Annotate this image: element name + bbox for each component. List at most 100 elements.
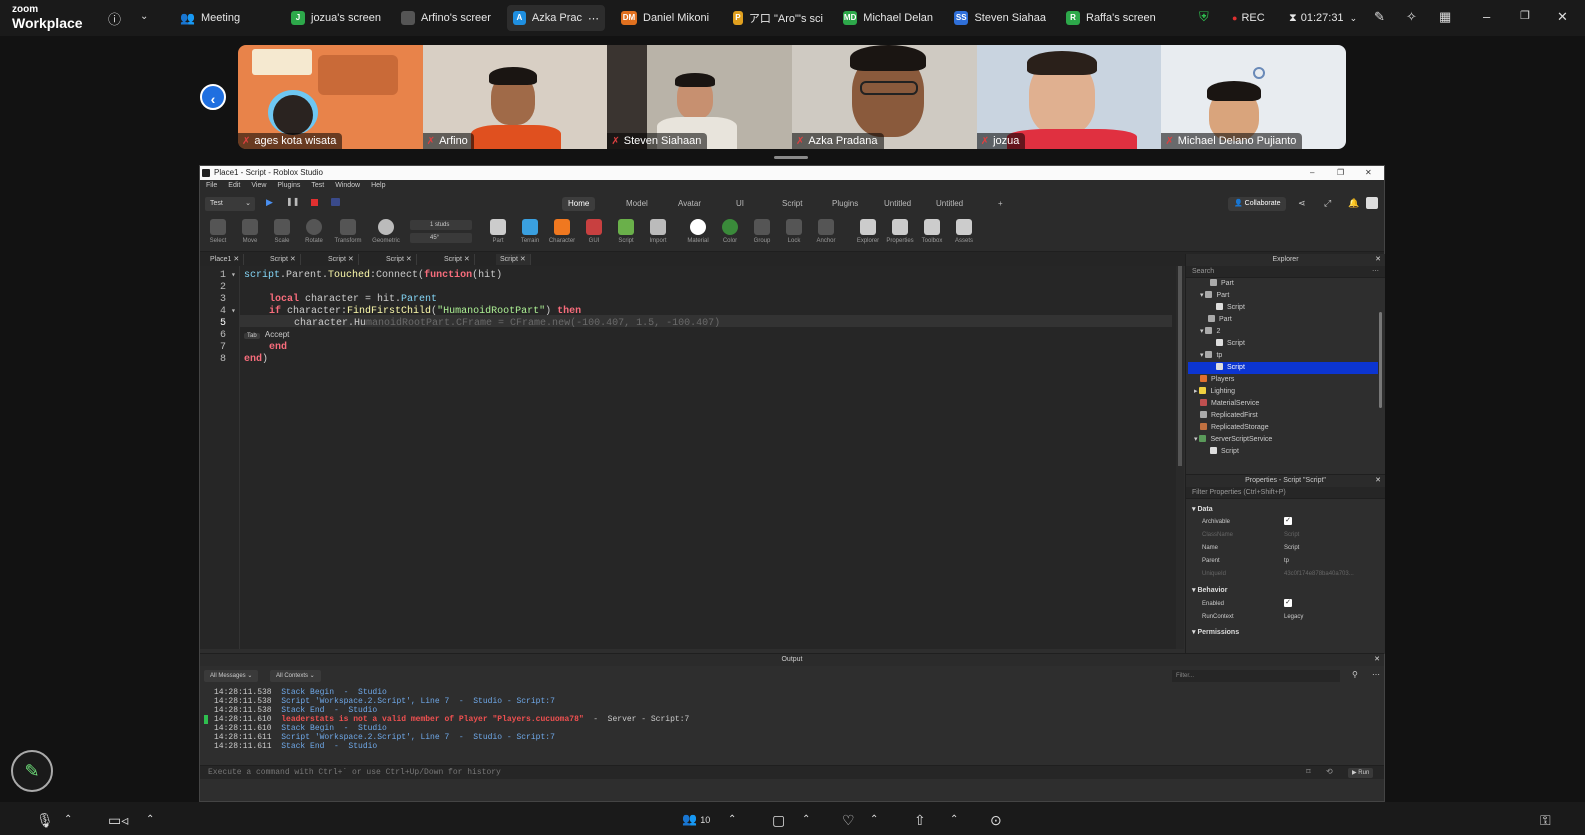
tool-toolbox[interactable]: Toolbox [918,219,946,244]
annotate-pencil-button[interactable]: ✎ [11,750,53,792]
tree-item[interactable]: MaterialService [1200,398,1259,410]
chevron-up-icon[interactable]: ⌃ [64,814,72,825]
fold-arrow-icon[interactable]: ▾ [231,270,236,280]
menu-test[interactable]: Test [311,180,324,192]
share-tab-michael[interactable]: MD Michael Delan [843,5,933,31]
apps-icon[interactable]: ▦ [1439,9,1451,25]
recording-indicator[interactable]: ● REC [1232,5,1265,31]
properties-filter-input[interactable]: Filter Properties (Ctrl+Shift+P) [1186,487,1385,499]
info-icon[interactable]: ⓘ [108,9,121,28]
tree-item[interactable]: ▾ 2 [1200,326,1220,338]
close-icon[interactable]: ✕ [1374,654,1380,666]
explorer-search-input[interactable]: Search ⋯ [1186,266,1385,278]
tool-rotate[interactable]: Rotate [300,219,328,244]
stop-icon[interactable] [311,199,318,206]
menu-window[interactable]: Window [335,180,360,192]
tool-terrain[interactable]: Terrain [516,219,544,244]
restore-icon[interactable]: ❐ [1520,9,1530,22]
share-screen-icon[interactable]: ⇧ [914,812,926,829]
tool-geometric[interactable]: Geometric [372,219,400,244]
command-bar-input[interactable]: Execute a command with Ctrl+` or use Ctr… [200,765,1384,779]
strip-drag-handle[interactable] [774,156,808,159]
bell-icon[interactable]: 🔔 [1348,198,1359,209]
tab-avatar[interactable]: Avatar [672,197,707,211]
tree-item[interactable]: Players [1200,374,1234,386]
prop-row[interactable]: Name Script [1186,542,1372,555]
share-icon[interactable]: ⋖ [1298,198,1306,209]
doc-tab-script[interactable]: Script ✕ [382,254,417,265]
meeting-tab[interactable]: 👥 Meeting [180,5,240,31]
chevron-up-icon[interactable]: ⌃ [950,814,958,825]
checkbox-checked[interactable]: ✓ [1284,599,1292,608]
participants-button[interactable]: 👥 10 [682,812,710,826]
prop-row[interactable]: Parent tp [1186,555,1372,568]
rotate-increment-input[interactable]: 45° [410,233,472,243]
menu-view[interactable]: View [251,180,266,192]
doc-tab-script[interactable]: Script ✕ [266,254,301,265]
collaborate-button[interactable]: 👤 Collaborate [1228,197,1287,211]
close-icon[interactable]: ✕ [1365,166,1372,180]
fold-arrow-icon[interactable]: ▾ [231,306,236,316]
prop-row[interactable]: Archivable ✓ [1186,516,1372,529]
video-tile[interactable]: ✗ Michael Delano Pujianto [1161,45,1346,149]
share-tab-aro[interactable]: P ア口 "Aro"'s sci [733,5,823,31]
tree-item[interactable]: ▾ Part [1200,290,1229,302]
menu-help[interactable]: Help [371,180,385,192]
tool-properties[interactable]: Properties [886,219,914,244]
play-icon[interactable]: ▶ [266,197,273,208]
tool-color[interactable]: Color [716,219,744,244]
output-filter-input[interactable]: Filter... [1172,670,1340,682]
doc-tab-place1[interactable]: Place1 ✕ [206,254,245,265]
tree-item[interactable]: Script [1210,446,1239,458]
tree-item[interactable]: ▾ ServerScriptService [1194,434,1272,446]
tree-item[interactable]: ReplicatedStorage [1200,422,1269,434]
tool-material[interactable]: Material [684,219,712,244]
chevron-up-icon[interactable]: ⌃ [802,814,810,825]
menu-file[interactable]: File [206,180,217,192]
tool-import[interactable]: Import [644,219,672,244]
share-tab-daniel[interactable]: DM Daniel Mikoni [621,5,713,31]
tree-item[interactable]: ▸ Lighting [1194,386,1235,398]
tab-model[interactable]: Model [620,197,654,211]
tree-item[interactable]: Script [1216,338,1245,350]
doc-tab-script[interactable]: Script ✕ [324,254,359,265]
tool-scale[interactable]: Scale [268,219,296,244]
tool-move[interactable]: Move [236,219,264,244]
history-icon[interactable]: ⟲ [1326,766,1333,780]
tool-character[interactable]: Character [548,219,576,244]
video-tile[interactable]: ✗ Arfino [422,45,608,149]
tree-item[interactable]: Part [1208,314,1232,326]
pencil-icon[interactable]: ✎ [1374,9,1385,25]
menu-edit[interactable]: Edit [228,180,240,192]
video-tile[interactable]: ✗ ages kota wisata [238,45,423,149]
tab-home[interactable]: Home [562,197,596,211]
step-icon[interactable] [331,198,340,206]
chevron-up-icon[interactable]: ⌃ [870,814,878,825]
tab-untitled[interactable]: Untitled [878,197,917,211]
tree-item[interactable]: Part [1210,278,1234,290]
section-data[interactable]: ▾ Data [1192,503,1213,516]
more-options-icon[interactable]: ⊙ [990,812,1002,829]
tool-part[interactable]: Part [484,219,512,244]
reactions-icon[interactable]: ♡ [842,812,855,829]
add-tab-button[interactable]: + [992,197,1009,211]
tree-item-selected[interactable]: Script [1216,362,1245,374]
chevron-up-icon[interactable]: ⌃ [728,814,736,825]
context-filter-dropdown[interactable]: All Contexts ⌄ [270,670,321,682]
prop-row[interactable]: RunContext Legacy [1186,611,1372,624]
video-tile[interactable]: ✗ jozua [976,45,1162,149]
video-tile[interactable]: ✗ Steven Siahaan [607,45,793,149]
share-tab-arfino[interactable]: Arfino's screer [401,5,491,31]
tool-gui[interactable]: GUI [580,219,608,244]
video-camera-icon[interactable]: ▭◃ [108,812,128,829]
share-tab-azka[interactable]: A Azka Prac ⋯ [507,5,605,31]
prop-row[interactable]: Enabled ✓ [1186,598,1372,611]
tool-group[interactable]: Group [748,219,776,244]
expand-icon[interactable]: ⤢ [1324,198,1331,209]
chevron-up-icon[interactable]: ⌃ [146,814,154,825]
pause-icon[interactable]: ❚❚ [286,197,299,206]
close-icon[interactable]: ✕ [1557,9,1568,25]
editor-scrollbar[interactable] [1176,266,1184,649]
meeting-timer[interactable]: ⧗ 01:27:31 ⌄ [1289,5,1357,31]
move-increment-input[interactable]: 1 studs [410,220,472,230]
